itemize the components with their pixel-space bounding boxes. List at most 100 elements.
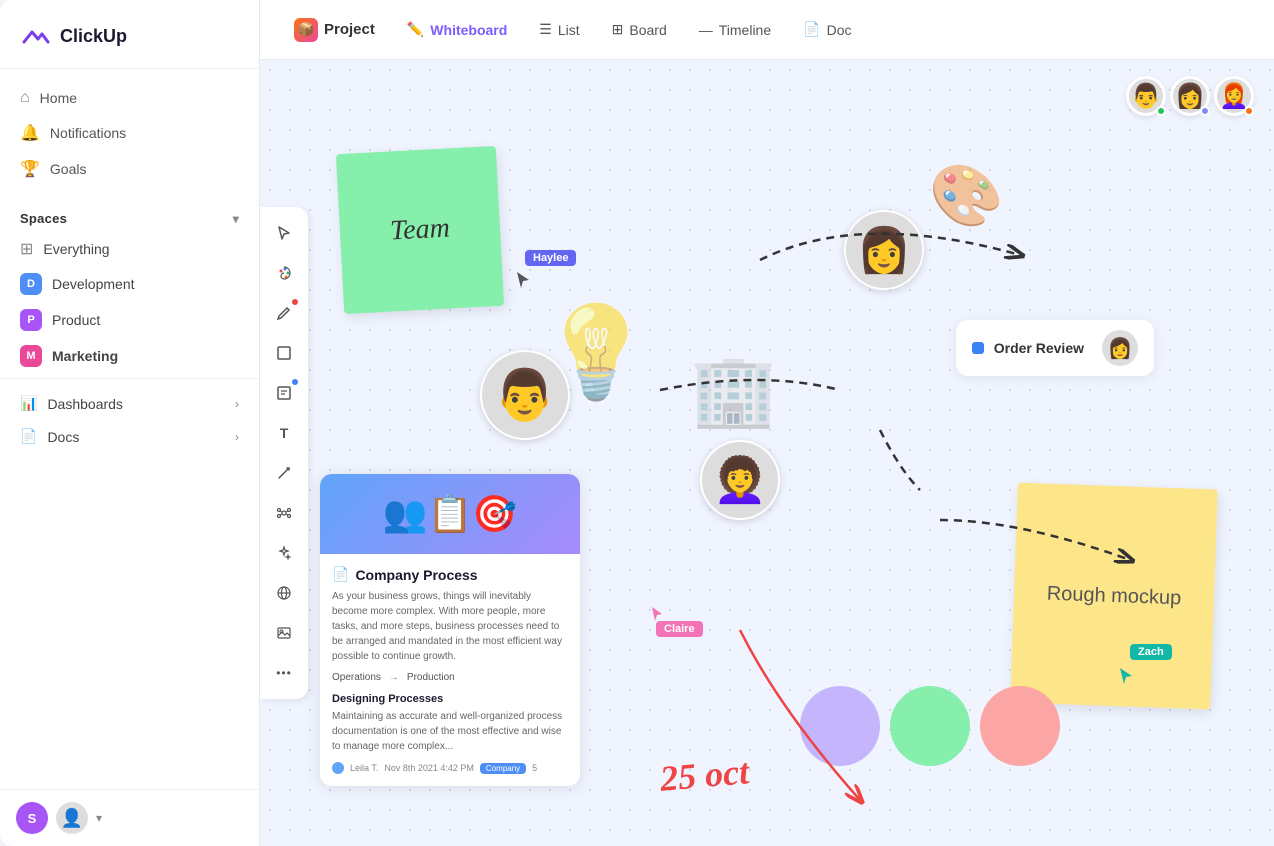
sidebar-item-docs-label: Docs xyxy=(47,429,79,445)
board-icon: ⊞ xyxy=(612,21,624,38)
avatar-dropdown-icon[interactable]: ▾ xyxy=(96,811,102,825)
order-dot-icon xyxy=(972,342,984,354)
cursor-icon-zach xyxy=(1118,666,1134,686)
tab-project-label: Project xyxy=(324,21,375,38)
trophy-icon: 🏆 xyxy=(20,159,40,179)
doc-card-content: 📄 Company Process As your business grows… xyxy=(320,554,580,786)
tab-list[interactable]: ☰ List xyxy=(525,15,593,44)
company-process-doc[interactable]: 👥📋🎯 📄 Company Process As your business g… xyxy=(320,474,580,786)
logo-text: ClickUp xyxy=(60,26,127,47)
cursor-label-zach: Zach xyxy=(1130,644,1172,660)
tab-doc-label: Doc xyxy=(827,22,852,38)
user-photo-avatar: 👤 xyxy=(56,802,88,834)
collaborator-3-status xyxy=(1244,106,1254,116)
more-tools-icon: ••• xyxy=(276,666,292,680)
sticky-note-mockup[interactable]: Rough mockup xyxy=(1010,483,1218,710)
doc-footer: Leila T. Nov 8th 2021 4:42 PM Company 5 xyxy=(332,762,568,774)
note-tool[interactable] xyxy=(266,375,302,411)
palette-tool[interactable] xyxy=(266,255,302,291)
network-tool[interactable] xyxy=(266,495,302,531)
dashboards-chevron-icon: › xyxy=(235,397,239,411)
tab-whiteboard[interactable]: ✏️ Whiteboard xyxy=(393,15,521,44)
select-tool[interactable] xyxy=(266,215,302,251)
whiteboard-icon: ✏️ xyxy=(407,21,424,38)
doc-title: 📄 Company Process xyxy=(332,566,568,583)
timeline-icon: — xyxy=(699,22,713,38)
lightbulb-sketch: 💡 xyxy=(540,300,652,405)
sticky-note-mockup-text: Rough mockup xyxy=(1046,582,1181,610)
collaborator-2-status xyxy=(1200,106,1210,116)
sidebar-item-marketing-label: Marketing xyxy=(52,348,118,364)
sidebar-item-dashboards[interactable]: 📊 Dashboards › xyxy=(8,387,251,420)
pen-tool[interactable] xyxy=(266,295,302,331)
chevron-down-icon[interactable]: ▾ xyxy=(233,212,239,226)
docs-icon: 📄 xyxy=(20,428,37,445)
whiteboard-canvas[interactable]: T ••• Team xyxy=(260,60,1274,846)
circle-purple xyxy=(800,686,880,766)
order-review-card[interactable]: Order Review 👩 xyxy=(956,320,1154,376)
tab-whiteboard-label: Whiteboard xyxy=(430,22,507,38)
shape-tool[interactable] xyxy=(266,335,302,371)
sidebar-item-product[interactable]: P Product xyxy=(8,302,251,338)
user-initial-avatar: S xyxy=(16,802,48,834)
claire-cursor-area: Claire xyxy=(650,605,664,628)
tab-doc[interactable]: 📄 Doc xyxy=(789,15,865,44)
doc-flow-arrow-icon: → xyxy=(389,672,399,683)
connector-tool[interactable] xyxy=(266,455,302,491)
more-tools[interactable]: ••• xyxy=(266,655,302,691)
clickup-logo-icon xyxy=(20,20,52,52)
sidebar-item-marketing[interactable]: M Marketing xyxy=(8,338,251,374)
doc-date: Nov 8th 2021 4:42 PM xyxy=(384,763,474,773)
text-tool[interactable]: T xyxy=(266,415,302,451)
doc-title-text: Company Process xyxy=(355,567,477,583)
dashboards-left: 📊 Dashboards xyxy=(20,395,123,412)
sidebar-item-home[interactable]: ⌂ Home xyxy=(8,81,251,115)
doc-badge: Company xyxy=(480,763,526,774)
docs-left: 📄 Docs xyxy=(20,428,79,445)
doc-title-icon: 📄 xyxy=(332,566,349,583)
doc-flow-to: Production xyxy=(407,672,455,683)
tab-project[interactable]: 📦 Project xyxy=(280,12,389,48)
doc-author-dot xyxy=(332,762,344,774)
spaces-header: Spaces ▾ xyxy=(0,199,259,232)
spaces-label: Spaces xyxy=(20,211,67,226)
everything-icon: ⊞ xyxy=(20,239,33,259)
tab-board-label: Board xyxy=(629,22,666,38)
order-review-avatar: 👩 xyxy=(1102,330,1138,366)
text-tool-label: T xyxy=(280,425,289,441)
sidebar-item-home-label: Home xyxy=(40,90,77,106)
collaborator-3: 👩‍🦰 xyxy=(1214,76,1254,116)
spaces-list: ⊞ Everything D Development P Product M M… xyxy=(0,232,259,374)
sidebar-item-development[interactable]: D Development xyxy=(8,266,251,302)
sticky-note-team-text: Team xyxy=(389,212,450,247)
doc-subtitle: Designing Processes xyxy=(332,693,568,705)
sidebar-item-dashboards-label: Dashboards xyxy=(47,396,123,412)
building-sketch: 🏢 xyxy=(690,350,777,432)
order-review-text: Order Review xyxy=(994,340,1084,356)
sidebar-item-notifications[interactable]: 🔔 Notifications xyxy=(8,115,251,151)
sticky-note-team[interactable]: Team xyxy=(336,146,504,314)
sidebar-item-product-label: Product xyxy=(52,312,100,328)
project-icon: 📦 xyxy=(294,18,318,42)
top-nav: 📦 Project ✏️ Whiteboard ☰ List ⊞ Board —… xyxy=(260,0,1274,60)
globe-tool[interactable] xyxy=(266,575,302,611)
main-nav: ⌂ Home 🔔 Notifications 🏆 Goals xyxy=(0,69,259,199)
sidebar-item-everything[interactable]: ⊞ Everything xyxy=(8,232,251,266)
product-dot: P xyxy=(20,309,42,331)
bell-icon: 🔔 xyxy=(20,123,40,143)
circle-pink xyxy=(980,686,1060,766)
canvas-avatar-woman-lower: 👩‍🦱 xyxy=(700,440,780,520)
sidebar-sections: 📊 Dashboards › 📄 Docs › xyxy=(0,378,259,461)
image-tool[interactable] xyxy=(266,615,302,651)
tab-timeline[interactable]: — Timeline xyxy=(685,16,785,44)
tab-board[interactable]: ⊞ Board xyxy=(598,15,681,44)
tab-timeline-label: Timeline xyxy=(719,22,771,38)
doc-header-image: 👥📋🎯 xyxy=(320,474,580,554)
date-annotation: 25 oct xyxy=(658,750,750,800)
sidebar-item-goals[interactable]: 🏆 Goals xyxy=(8,151,251,187)
magic-tool[interactable] xyxy=(266,535,302,571)
sidebar-item-docs[interactable]: 📄 Docs › xyxy=(8,420,251,453)
sidebar-item-notifications-label: Notifications xyxy=(50,125,126,141)
doc-flow: Operations → Production xyxy=(332,672,568,683)
note-tool-dot xyxy=(292,379,298,385)
